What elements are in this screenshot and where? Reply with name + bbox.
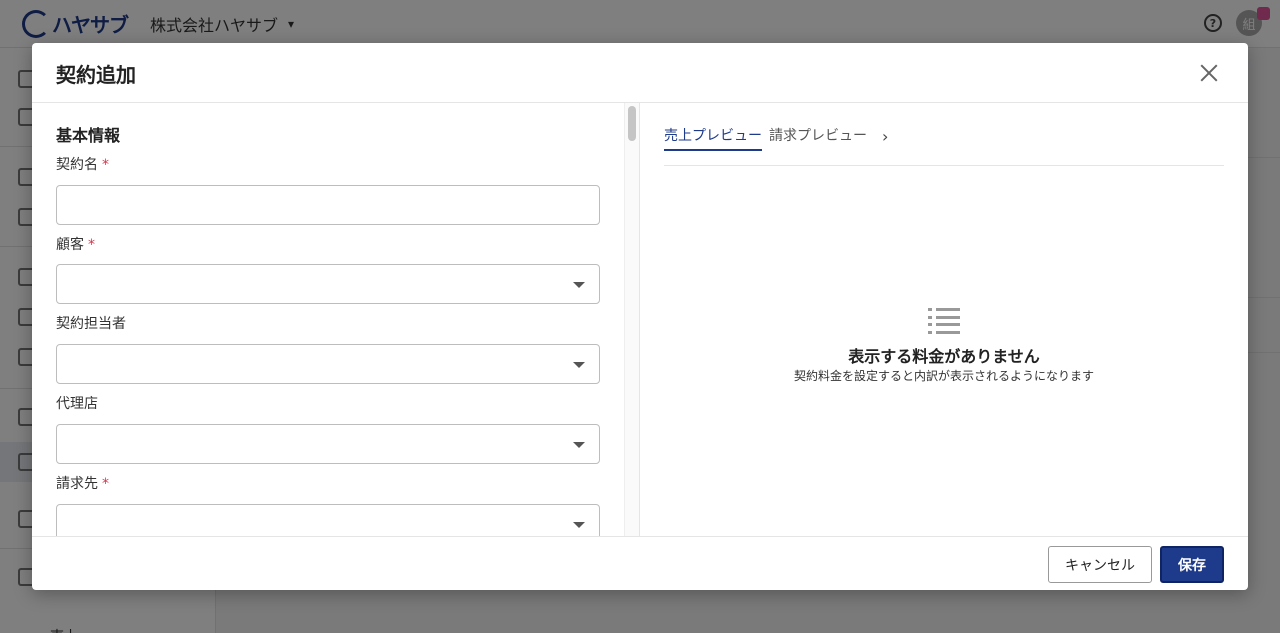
save-button[interactable]: 保存	[1160, 546, 1224, 583]
form-pane: 基本情報 契約名 * 顧客 * 契約担当者 代理店 請求先 *	[32, 103, 624, 536]
label-text: 顧客	[56, 237, 84, 253]
preview-pane: 売上プレビュー 請求プレビュー › 表示する料金がありません 契約料金を設定する…	[640, 103, 1248, 536]
contract-owner-select[interactable]	[56, 344, 600, 384]
caret-down-icon	[573, 282, 585, 288]
form-scrollbar[interactable]	[624, 103, 640, 536]
agency-select[interactable]	[56, 424, 600, 464]
caret-down-icon	[573, 522, 585, 528]
required-mark: *	[102, 476, 109, 492]
contract-owner-label: 契約担当者	[56, 313, 126, 333]
close-icon[interactable]	[1200, 64, 1218, 82]
required-mark: *	[88, 237, 95, 253]
customer-label: 顧客 *	[56, 234, 95, 254]
billing-to-label: 請求先 *	[56, 473, 109, 493]
agency-label: 代理店	[56, 393, 98, 413]
billing-to-select[interactable]	[56, 504, 600, 536]
cancel-button[interactable]: キャンセル	[1048, 546, 1152, 583]
tab-sales-preview[interactable]: 売上プレビュー	[664, 125, 762, 151]
dialog-header: 契約追加	[32, 43, 1248, 103]
add-contract-dialog: 契約追加 基本情報 契約名 * 顧客 * 契約担当者 代理店 請求先 * 売上プ…	[32, 43, 1248, 590]
contract-name-input[interactable]	[56, 185, 600, 225]
empty-state-title: 表示する料金がありません	[848, 347, 1040, 366]
scrollbar-thumb[interactable]	[628, 106, 636, 141]
label-text: 契約名	[56, 157, 98, 173]
dialog-body: 基本情報 契約名 * 顧客 * 契約担当者 代理店 請求先 * 売上プレビュー …	[32, 103, 1248, 536]
tab-billing-preview[interactable]: 請求プレビュー	[769, 125, 867, 149]
dialog-title: 契約追加	[56, 63, 136, 87]
required-mark: *	[102, 157, 109, 173]
preview-tabs: 売上プレビュー 請求プレビュー ›	[664, 123, 1224, 166]
contract-name-label: 契約名 *	[56, 154, 109, 174]
customer-select[interactable]	[56, 264, 600, 304]
caret-down-icon	[573, 362, 585, 368]
list-icon	[928, 308, 960, 334]
label-text: 代理店	[56, 396, 98, 412]
label-text: 請求先	[56, 476, 98, 492]
chevron-right-icon[interactable]: ›	[882, 127, 888, 146]
empty-state-subtitle: 契約料金を設定すると内訳が表示されるようになります	[793, 369, 1094, 383]
caret-down-icon	[573, 442, 585, 448]
dialog-footer: キャンセル 保存	[32, 536, 1248, 590]
label-text: 契約担当者	[56, 316, 126, 332]
section-title: 基本情報	[56, 126, 121, 145]
